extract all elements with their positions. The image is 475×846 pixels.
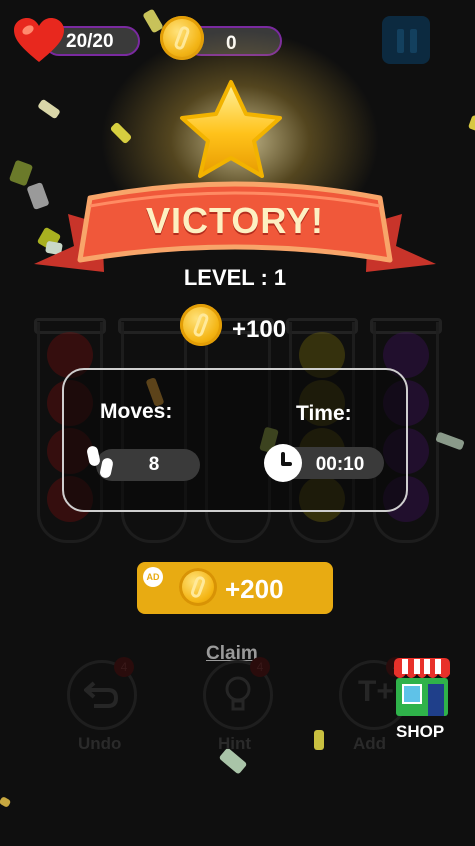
undo-button[interactable]: 4 <box>67 657 137 730</box>
hint-label: Hint <box>218 734 252 753</box>
shop-button[interactable]: SHOP <box>388 656 456 746</box>
undo-icon <box>84 681 119 708</box>
reward-coin-icon <box>180 304 222 346</box>
lives-value: 20/20 <box>66 31 114 52</box>
shop-label: SHOP <box>396 722 445 741</box>
undo-label: Undo <box>78 734 122 753</box>
ad-badge: AD <box>143 567 163 587</box>
moves-label: Moves: <box>100 400 173 423</box>
footprints-icon <box>86 442 114 486</box>
hint-button[interactable]: 4 <box>203 657 273 730</box>
hint-count-badge: 4 <box>250 657 270 677</box>
lives-counter: 20/20 <box>14 18 142 64</box>
stats-panel: Moves: 8 Time: 00:10 <box>62 368 408 512</box>
undo-count-badge: 4 <box>114 657 134 677</box>
shop-icon <box>394 658 450 716</box>
victory-title: VICTORY! <box>145 200 324 241</box>
time-label: Time: <box>296 402 352 425</box>
add-label: Add <box>353 734 387 753</box>
ad-coin-icon <box>179 568 217 606</box>
clock-icon <box>264 444 302 482</box>
pause-button[interactable] <box>382 16 430 64</box>
lightbulb-icon <box>225 676 251 711</box>
time-value: 00:10 <box>315 454 365 475</box>
moves-value: 8 <box>148 454 160 475</box>
ad-reward-amount: +200 <box>225 574 284 604</box>
reward-amount: +100 <box>232 316 287 343</box>
watch-ad-button[interactable]: AD +200 <box>137 562 333 614</box>
level-label: LEVEL : 1 <box>183 265 287 290</box>
heart-icon <box>14 18 64 62</box>
